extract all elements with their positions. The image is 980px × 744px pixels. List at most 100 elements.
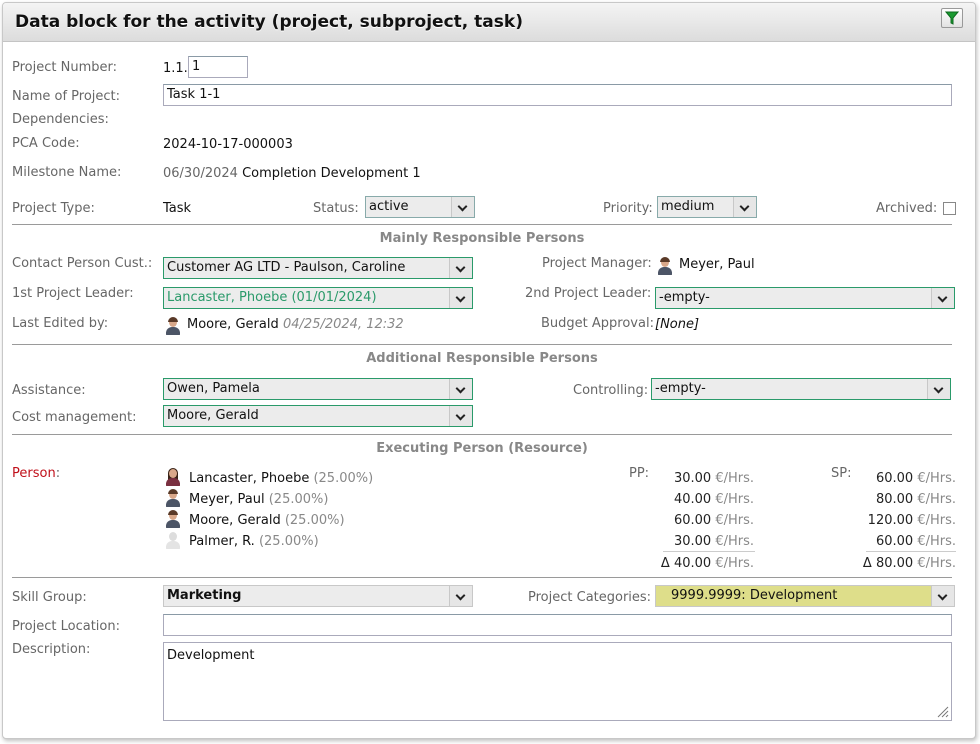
cost-management-select[interactable]: Moore, Gerald xyxy=(163,405,473,427)
second-leader-select[interactable]: -empty- xyxy=(655,287,955,309)
dependencies-label: Dependencies: xyxy=(12,112,109,127)
skill-group-select[interactable]: Marketing xyxy=(163,585,473,607)
contact-person-value: Customer AG LTD - Paulson, Caroline xyxy=(167,260,406,275)
sp-total: Δ 80.00 €/Hrs. xyxy=(862,556,956,571)
second-leader-label: 2nd Project Leader: xyxy=(525,286,652,301)
project-name-label: Name of Project: xyxy=(12,89,121,104)
sp-total-line xyxy=(866,551,956,552)
divider xyxy=(12,434,952,435)
assistance-value: Owen, Pamela xyxy=(167,381,260,396)
sp-rate: 120.00 €/Hrs. xyxy=(867,513,956,528)
cost-management-value: Moore, Gerald xyxy=(167,408,259,423)
controlling-select[interactable]: -empty- xyxy=(651,378,951,400)
section-title-additional: Additional Responsible Persons xyxy=(366,351,598,366)
pp-rate: 60.00 €/Hrs. xyxy=(673,513,754,528)
section-title-mainly: Mainly Responsible Persons xyxy=(379,231,585,246)
project-categories-select[interactable]: 9999.9999: Development xyxy=(655,585,955,607)
chevron-down-icon xyxy=(449,586,472,606)
project-number-label: Project Number: xyxy=(12,60,117,75)
chevron-down-icon xyxy=(927,379,950,399)
project-manager-value: Meyer, Paul xyxy=(679,257,755,272)
project-type-label: Project Type: xyxy=(12,201,95,216)
avatar xyxy=(165,489,181,507)
chevron-down-icon xyxy=(449,258,472,278)
budget-approval-label: Budget Approval: xyxy=(541,316,654,331)
chevron-down-icon xyxy=(449,379,472,399)
last-edited-time: 04/25/2024, 12:32 xyxy=(283,317,404,332)
avatar xyxy=(165,468,181,486)
project-location-label: Project Location: xyxy=(12,619,120,634)
person-label: Person: xyxy=(12,466,61,481)
project-categories-label: Project Categories: xyxy=(528,590,652,605)
contact-person-select[interactable]: Customer AG LTD - Paulson, Caroline xyxy=(163,257,473,279)
contact-person-label: Contact Person Cust.: xyxy=(12,256,153,271)
chevron-down-icon xyxy=(451,197,474,217)
pp-total-line xyxy=(663,551,755,552)
section-title-executing: Executing Person (Resource) xyxy=(376,441,588,456)
status-label: Status: xyxy=(313,201,359,216)
project-name-input[interactable]: Task 1-1 xyxy=(163,84,952,106)
controlling-label: Controlling: xyxy=(573,383,649,398)
project-categories-value: 9999.9999: Development xyxy=(671,588,838,603)
milestone-name: Completion Development 1 xyxy=(242,166,421,181)
first-leader-value: Lancaster, Phoebe (01/01/2024) xyxy=(167,290,377,305)
chevron-down-icon xyxy=(449,288,472,308)
priority-select[interactable]: medium xyxy=(657,196,757,218)
milestone-label: Milestone Name: xyxy=(12,165,122,180)
pp-rate: 30.00 €/Hrs. xyxy=(673,534,754,549)
status-select[interactable]: active xyxy=(365,196,475,218)
assistance-label: Assistance: xyxy=(12,383,86,398)
sp-rate: 80.00 €/Hrs. xyxy=(875,492,956,507)
resource-person: Moore, Gerald (25.00%) xyxy=(189,513,345,528)
resource-person: Lancaster, Phoebe (25.00%) xyxy=(189,471,374,486)
first-leader-select[interactable]: Lancaster, Phoebe (01/01/2024) xyxy=(163,287,473,309)
pp-rate: 30.00 €/Hrs. xyxy=(673,471,754,486)
panel-header: Data block for the activity (project, su… xyxy=(3,3,975,42)
project-number-input[interactable]: 1 xyxy=(188,56,248,78)
pca-label: PCA Code: xyxy=(12,136,80,151)
avatar xyxy=(165,531,181,549)
first-leader-label: 1st Project Leader: xyxy=(12,286,134,301)
chevron-down-icon xyxy=(931,586,954,606)
assistance-select[interactable]: Owen, Pamela xyxy=(163,378,473,400)
filter-icon xyxy=(944,11,960,25)
chevron-down-icon xyxy=(449,406,472,426)
milestone-value: 06/30/2024 Completion Development 1 xyxy=(163,166,421,181)
pp-total: Δ 40.00 €/Hrs. xyxy=(660,556,754,571)
priority-select-value: medium xyxy=(661,199,715,214)
skill-group-label: Skill Group: xyxy=(12,590,87,605)
resize-grip-icon[interactable] xyxy=(937,706,949,718)
sp-rate: 60.00 €/Hrs. xyxy=(875,471,956,486)
skill-group-value: Marketing xyxy=(167,588,242,603)
last-edited-label: Last Edited by: xyxy=(12,316,109,331)
divider xyxy=(12,577,952,578)
avatar xyxy=(165,510,181,528)
resource-person: Meyer, Paul (25.00%) xyxy=(189,492,329,507)
last-edited-value: Moore, Gerald xyxy=(187,317,279,332)
archived-checkbox[interactable] xyxy=(943,202,956,215)
description-label: Description: xyxy=(12,642,91,657)
archived-label: Archived: xyxy=(876,201,938,216)
budget-approval-value: [None] xyxy=(655,317,700,332)
resource-person: Palmer, R. (25.00%) xyxy=(189,534,319,549)
project-number-prefix: 1.1. xyxy=(163,61,188,76)
project-location-input[interactable] xyxy=(163,614,952,636)
priority-label: Priority: xyxy=(603,201,653,216)
chevron-down-icon xyxy=(733,197,756,217)
description-text: Development xyxy=(167,648,255,663)
project-type-value: Task xyxy=(163,201,192,216)
pca-value: 2024-10-17-000003 xyxy=(163,137,293,152)
project-manager-label: Project Manager: xyxy=(542,256,652,271)
pp-rate: 40.00 €/Hrs. xyxy=(673,492,754,507)
controlling-value: -empty- xyxy=(655,381,706,396)
cost-management-label: Cost management: xyxy=(12,410,137,425)
divider xyxy=(12,344,952,345)
filter-button[interactable] xyxy=(941,8,963,28)
avatar xyxy=(165,317,181,335)
second-leader-value: -empty- xyxy=(659,290,710,305)
panel-title: Data block for the activity (project, su… xyxy=(15,12,523,32)
description-textarea[interactable]: Development xyxy=(163,642,952,721)
divider xyxy=(12,224,952,225)
sp-rate: 60.00 €/Hrs. xyxy=(875,534,956,549)
milestone-date: 06/30/2024 xyxy=(163,166,238,181)
